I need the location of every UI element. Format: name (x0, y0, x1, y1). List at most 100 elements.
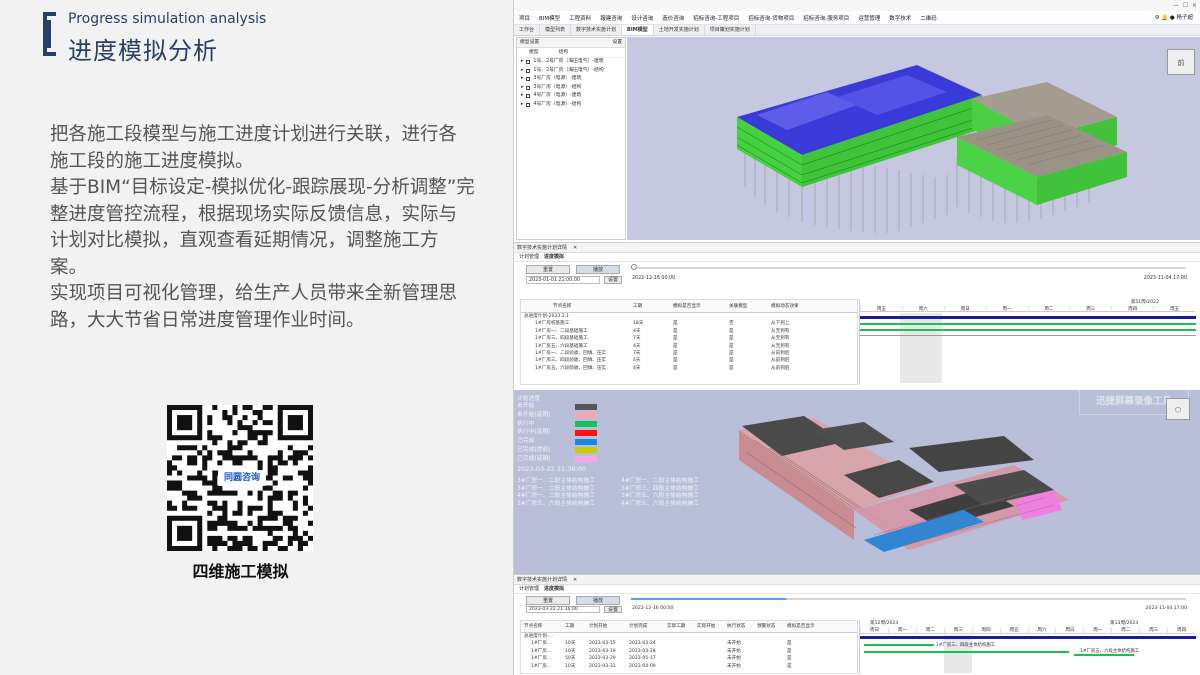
column-header[interactable]: 实际开始 (697, 621, 727, 632)
tab-digital-plan[interactable]: 数字技术实施计划 (571, 25, 623, 35)
tree-checkbox[interactable] (526, 85, 531, 90)
tree-settings-link[interactable]: 设置 (612, 38, 622, 48)
tree-col-model[interactable]: 模型 (529, 48, 539, 57)
subtab-progress-sim[interactable]: 进度模拟 (544, 585, 564, 593)
close-icon[interactable]: ✕ (573, 575, 577, 584)
table-row[interactable]: 1#厂房一、二段验收、回填、压实 7天 是 是 从前到后 (521, 350, 857, 357)
tree-checkbox[interactable] (526, 60, 531, 65)
column-header[interactable]: 节点名称 (521, 300, 633, 312)
close-icon[interactable]: ✕ (573, 243, 577, 252)
expand-arrow-icon[interactable]: ▸ (521, 58, 523, 67)
menu-item[interactable]: 工程资料 (569, 14, 591, 22)
menu-item[interactable]: 运营管理 (858, 14, 880, 22)
menu-item[interactable]: 二维码 (920, 14, 937, 22)
start-datetime-field[interactable]: 2023-01-01 21:00:00 (526, 276, 600, 284)
legend-items: 未开始 未开始(延期) 执行中 执行中(延期) 已完成 已完成(提前) 已完成(延期) (517, 402, 597, 464)
menu-item[interactable]: 数字技术 (889, 14, 911, 22)
expand-arrow-icon[interactable]: ▸ (521, 75, 523, 84)
tree-checkbox[interactable] (526, 77, 531, 82)
table-cell (589, 633, 629, 640)
tree-item[interactable]: ▸ 4号厂房（电源）-结构 (517, 101, 625, 110)
gantt-day: 周二 (915, 627, 944, 633)
expand-arrow-icon[interactable]: ▸ (521, 67, 523, 76)
expand-arrow-icon[interactable]: ▸ (521, 101, 523, 110)
tab-bim-model[interactable]: BIM模型 (622, 25, 654, 35)
panel-tabs: 数字技术实施计划详情 ✕ (514, 575, 1200, 585)
table-row[interactable]: 1#厂房三、四段基础施工 7天 是 是 从无到有 (521, 335, 857, 342)
column-header[interactable]: 计划开始 (589, 621, 629, 632)
menu-item[interactable]: 招标咨询-工程项目 (693, 14, 739, 22)
menu-item[interactable]: 项目 (519, 14, 530, 22)
expand-arrow-icon[interactable]: ▸ (521, 92, 523, 101)
set-button[interactable]: 设置 (604, 606, 622, 613)
table-cell (757, 663, 787, 670)
menu-item[interactable]: BIM模型 (539, 14, 560, 22)
tree-checkbox[interactable] (526, 68, 531, 73)
user-menu[interactable]: ⚙ 🔔 ● 杨子超 (1155, 13, 1193, 21)
tree-checkbox[interactable] (526, 94, 531, 99)
column-header[interactable]: 预警状态 (757, 621, 787, 632)
table-row[interactable]: 1#厂房三、四段验收、回填、压实 4天 是 是 从前到后 (521, 357, 857, 364)
tab-land-plan[interactable]: 土地开发实施计划 (654, 25, 705, 35)
play-button[interactable]: 播放 (576, 265, 620, 274)
table-row[interactable]: 1#厂房... 10天 2023-03-15 2023-03-24 未开始 是 (521, 640, 857, 647)
column-header[interactable]: 关联模型 (729, 300, 771, 312)
table-cell: 1#厂房... (531, 641, 552, 647)
column-header[interactable]: 执行状态 (727, 621, 757, 632)
tab-plan-details[interactable]: 数字技术实施计划详情 (517, 575, 567, 584)
navigation-cube-icon[interactable]: 前 (1167, 49, 1195, 75)
tab-plan-details[interactable]: 数字技术实施计划详情 (517, 243, 567, 252)
reset-button[interactable]: 重置 (526, 265, 570, 274)
tab-project-plan[interactable]: 项目策划实施计划 (705, 25, 756, 35)
menu-item[interactable]: 招标咨询-服务项目 (803, 14, 849, 22)
reset-button[interactable]: 重置 (526, 596, 570, 605)
bim-3d-viewport[interactable]: 前 (627, 37, 1200, 240)
set-button[interactable]: 设置 (604, 276, 622, 284)
column-header[interactable]: 模拟动态效果 (771, 300, 831, 312)
slider-handle[interactable] (631, 264, 637, 270)
subtab-plan-manage[interactable]: 计划管理 (519, 253, 539, 261)
table-row[interactable]: 1#厂房五、六段验收、回填、压实 4天 是 是 从前到后 (521, 365, 857, 372)
subtab-plan-manage[interactable]: 计划管理 (519, 585, 539, 593)
timeline-slider[interactable] (631, 267, 1186, 269)
table-row[interactable]: 1#厂房桩基施工 18天 是 否 从下到上 (521, 320, 857, 327)
play-button[interactable]: 播放 (576, 596, 620, 605)
tree-item[interactable]: ▸ 1号、2号厂房（海压电气）-结构 (517, 67, 625, 76)
timeline-slider[interactable] (631, 598, 1186, 600)
column-header[interactable]: 工期 (633, 300, 673, 312)
table-row[interactable]: 1#厂房五、六段基础施工 4天 是 是 从无到有 (521, 343, 857, 350)
table-row[interactable]: 1#厂房... 50天 2023-03-29 2023-05-17 未开始 是 (521, 655, 857, 662)
column-header[interactable]: 模拟是否显示 (787, 621, 839, 632)
tree-item[interactable]: ▸ 1号、2号厂房（海压电气）-建筑 (517, 58, 625, 67)
start-datetime-field[interactable]: 2023-03-22 21:36:00 (526, 606, 600, 613)
table-row[interactable]: 总进度计划-... (521, 633, 857, 640)
table-cell: 2023-03-28 (629, 648, 656, 654)
simulation-time: 2023-03-22 21:36:00 (517, 464, 587, 473)
tree-item[interactable]: ▸ 3号厂房（电源）-结构 (517, 84, 625, 93)
table-cell: 是 (787, 663, 792, 669)
table-row[interactable]: 1#厂房一、二段基础施工 4天 是 是 从无到有 (521, 328, 857, 335)
column-header[interactable]: 工期 (565, 621, 589, 632)
tree-checkbox[interactable] (526, 102, 531, 107)
column-header[interactable]: 计划完成 (629, 621, 667, 632)
menu-item[interactable]: 報建咨询 (600, 14, 622, 22)
table-row[interactable]: 总进度计划-2023.2.1 (521, 313, 857, 320)
tab-workbench[interactable]: 工作台 (514, 25, 541, 35)
subtab-progress-sim[interactable]: 进度模拟 (544, 253, 564, 261)
menu-item[interactable]: 招标咨询-货物项目 (748, 14, 794, 22)
tree-item[interactable]: ▸ 4号厂房（电源）-建筑 (517, 92, 625, 101)
tab-model-list[interactable]: 模型列表 (540, 25, 572, 35)
table-row[interactable]: 1#厂房... 10天 2023-03-19 2023-03-28 未开始 是 (521, 648, 857, 655)
column-header[interactable]: 模拟是否显示 (673, 300, 729, 312)
tree-col-structure[interactable]: 结构 (559, 48, 569, 57)
expand-arrow-icon[interactable]: ▸ (521, 84, 523, 93)
menu-item[interactable]: 设计咨询 (631, 14, 653, 22)
column-header[interactable]: 实际工期 (667, 621, 697, 632)
table-row[interactable]: 1#厂房... 10天 2023-03-31 2023-04-09 未开始 是 (521, 663, 857, 670)
column-header[interactable]: 节点名称 (521, 621, 565, 632)
navigation-cube-icon[interactable]: ⬡ (1166, 398, 1190, 420)
window-controls[interactable]: — ☐ ✕ (1173, 0, 1197, 11)
menu-item[interactable]: 造价咨询 (662, 14, 684, 22)
simulation-3d-viewport[interactable]: 计划进度 未开始 未开始(延期) 执行中 执行中(延期) 已完成 已完成(提前) 已完成(延… (514, 387, 1200, 574)
tree-item[interactable]: ▸ 3号厂房（电源）-建筑 (517, 75, 625, 84)
